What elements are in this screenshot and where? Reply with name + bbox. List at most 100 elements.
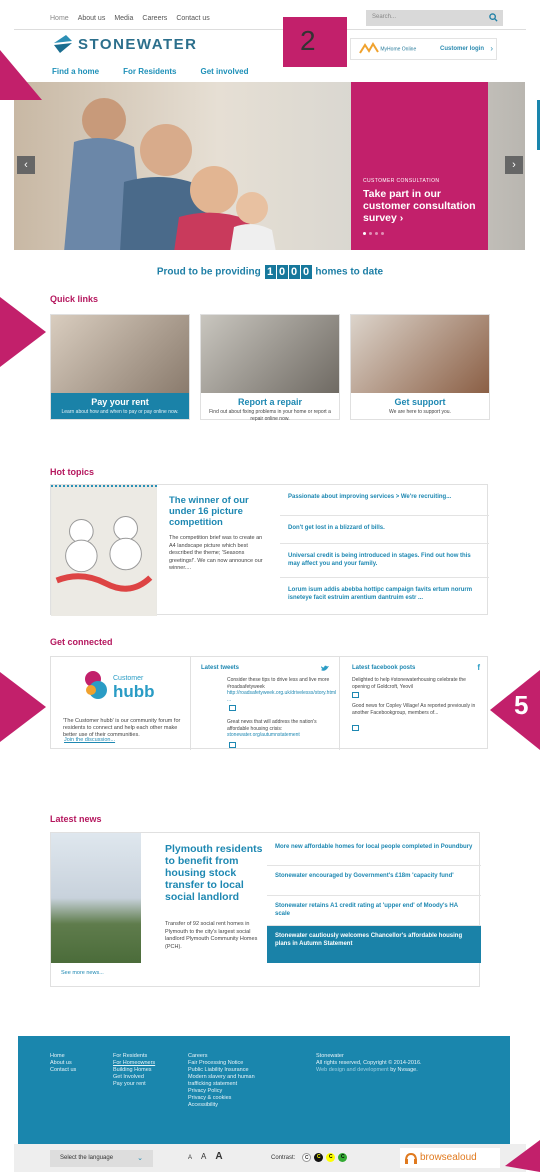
nav-get-involved[interactable]: Get involved: [200, 67, 248, 76]
share-icon[interactable]: [229, 705, 236, 711]
contrast-dark-button[interactable]: C: [314, 1153, 324, 1162]
chevron-right-icon: ›: [490, 44, 493, 53]
utility-link-contact[interactable]: Contact us: [176, 15, 209, 22]
quick-link-get-support[interactable]: Get support We are here to support you.: [350, 314, 490, 420]
text-size-medium[interactable]: A: [201, 1152, 206, 1161]
footer-link[interactable]: For Residents: [113, 1053, 155, 1060]
counter-digit: 0: [276, 265, 288, 279]
news-link[interactable]: Stonewater encouraged by Government's £1…: [267, 865, 481, 886]
footer-link[interactable]: Building Homes: [113, 1067, 155, 1074]
footer-credit-by[interactable]: by Nvsage.: [390, 1067, 418, 1073]
twitter-icon[interactable]: [321, 665, 329, 672]
footer-link[interactable]: Home: [50, 1053, 76, 1060]
carousel-next-button[interactable]: ›: [505, 156, 523, 174]
annotation-badge: 2: [283, 17, 347, 67]
facebook-heading: Latest facebook posts: [352, 665, 416, 671]
join-discussion-link[interactable]: Join the discussion...: [64, 737, 115, 743]
promo-panel[interactable]: CUSTOMER CONSULTATION Take part in our c…: [351, 82, 488, 250]
customer-login-link[interactable]: Customer login: [440, 46, 484, 52]
footer-link[interactable]: Contact us: [50, 1067, 76, 1074]
browsealoud-label: browsealoud: [420, 1152, 477, 1163]
myhome-logo: MyHome Online: [359, 42, 416, 56]
hubb-small: Customer: [113, 675, 144, 682]
footer-link[interactable]: Modern slavery and human: [188, 1074, 255, 1081]
footer-link[interactable]: Privacy Policy: [188, 1088, 255, 1095]
annotation-arrow: [0, 672, 46, 742]
headphones-icon: [405, 1153, 417, 1164]
footer-link[interactable]: Privacy & cookies: [188, 1095, 255, 1102]
utility-link-home[interactable]: Home: [50, 15, 69, 22]
tweet-link[interactable]: http://roadsafetyweek.org.uk/drivelesss/…: [227, 690, 336, 703]
news-link[interactable]: Stonewater retains A1 credit rating at '…: [267, 895, 481, 924]
footer-link[interactable]: Careers: [188, 1053, 255, 1060]
hot-topic-link[interactable]: Universal credit is being introduced in …: [280, 543, 489, 576]
accessibility-bar: Select the language ⌄ A A A Contrast: C …: [14, 1144, 526, 1172]
footer-link[interactable]: Pay your rent: [113, 1081, 155, 1088]
homes-counter: Proud to be providing 1 0 0 0 homes to d…: [0, 265, 540, 279]
language-select[interactable]: Select the language ⌄: [50, 1150, 153, 1167]
footer-credit-pre[interactable]: Web design and development: [316, 1067, 389, 1073]
latest-news-panel: Plymouth residents to benefit from housi…: [50, 832, 481, 987]
nav-find-a-home[interactable]: Find a home: [52, 67, 99, 76]
share-icon[interactable]: [229, 742, 236, 748]
site-logo[interactable]: STONEWATER: [52, 33, 197, 55]
carousel-prev-button[interactable]: ‹: [17, 156, 35, 174]
hubb-big: hubb: [113, 682, 155, 701]
utility-link-about[interactable]: About us: [78, 15, 106, 22]
search-input[interactable]: Search...: [366, 10, 503, 26]
quick-link-pay-rent[interactable]: Pay your rent Learn about how and when t…: [50, 314, 190, 420]
browsealoud-button[interactable]: browsealoud: [400, 1148, 500, 1168]
hubb-description: 'The Customer hubb' is our community for…: [63, 718, 181, 738]
promo-title[interactable]: Take part in our customer consultation s…: [363, 188, 481, 224]
repair-photo: [201, 315, 339, 393]
hot-topics-panel: The winner of our under 16 picture compe…: [50, 484, 489, 616]
carousel-dot[interactable]: [369, 232, 372, 235]
footer-link[interactable]: Get Involved: [113, 1074, 155, 1081]
support-photo: [351, 315, 489, 393]
utility-link-careers[interactable]: Careers: [142, 15, 167, 22]
footer-link[interactable]: About us: [50, 1060, 76, 1067]
news-link[interactable]: More new affordable homes for local peop…: [267, 837, 481, 857]
hot-topic-link[interactable]: Passionate about improving services > We…: [280, 485, 489, 509]
footer-col-3: Careers Fair Processing Notice Public Li…: [188, 1053, 255, 1109]
hubb-logo-icon: [85, 671, 107, 699]
footer-copyright: All rights reserved, Copyright © 2014-20…: [316, 1060, 422, 1066]
footer-link[interactable]: Accessibility: [188, 1102, 255, 1109]
footer-company: Stonewater: [316, 1053, 344, 1059]
tweet-link[interactable]: stonewater.org/autumnstatement: [227, 732, 300, 738]
text-size-small[interactable]: A: [188, 1155, 192, 1161]
quick-link-report-repair[interactable]: Report a repair Find out about fixing pr…: [200, 314, 340, 422]
footer-link[interactable]: trafficking statement: [188, 1081, 255, 1088]
footer-link[interactable]: Fair Processing Notice: [188, 1060, 255, 1067]
tweets-column: Latest tweets Consider these tips to dri…: [191, 657, 340, 750]
see-more-news-link[interactable]: See more news...: [61, 970, 104, 976]
carousel-dot[interactable]: [381, 232, 384, 235]
facebook-icon[interactable]: f: [477, 663, 480, 672]
text-size-large[interactable]: A: [215, 1151, 222, 1162]
utility-link-media[interactable]: Media: [114, 15, 133, 22]
hot-topic-feature-title[interactable]: The winner of our under 16 picture compe…: [169, 495, 267, 528]
footer-link[interactable]: For Homeowners: [113, 1060, 155, 1067]
share-icon[interactable]: [352, 725, 359, 731]
footer-credit: Web design and development by Nvsage.: [316, 1067, 422, 1074]
carousel-dot[interactable]: [375, 232, 378, 235]
stonewater-logo-icon: [54, 35, 72, 53]
nav-for-residents[interactable]: For Residents: [123, 67, 176, 76]
footer-link[interactable]: Public Liability Insurance: [188, 1067, 255, 1074]
hot-topic-link[interactable]: Don't get lost in a blizzard of bills.: [280, 515, 489, 540]
contrast-green-button[interactable]: C: [338, 1153, 348, 1162]
top-bar: Home About us Media Careers Contact us S…: [14, 8, 526, 30]
hot-topic-link[interactable]: Lorum isum addis abebba hottipc campaign…: [280, 577, 489, 610]
news-feature-title[interactable]: Plymouth residents to benefit from housi…: [165, 843, 265, 903]
carousel-dot[interactable]: [363, 232, 366, 235]
quick-link-sub: Learn about how and when to pay or pay o…: [61, 409, 179, 415]
footer-col-2: For Residents For Homeowners Building Ho…: [113, 1053, 155, 1088]
customer-login-box[interactable]: MyHome Online Customer login ›: [350, 38, 497, 60]
search-icon[interactable]: [489, 13, 498, 22]
share-icon[interactable]: [352, 692, 359, 698]
contrast-yellow-button[interactable]: C: [326, 1153, 336, 1162]
hubb-column: Customer hubb 'The Customer hubb' is our…: [51, 657, 191, 750]
contrast-default-button[interactable]: C: [302, 1153, 312, 1162]
news-feature-body: Transfer of 92 social rent homes in Plym…: [165, 921, 258, 950]
news-link-active[interactable]: Stonewater cautiously welcomes Chancello…: [267, 925, 481, 963]
